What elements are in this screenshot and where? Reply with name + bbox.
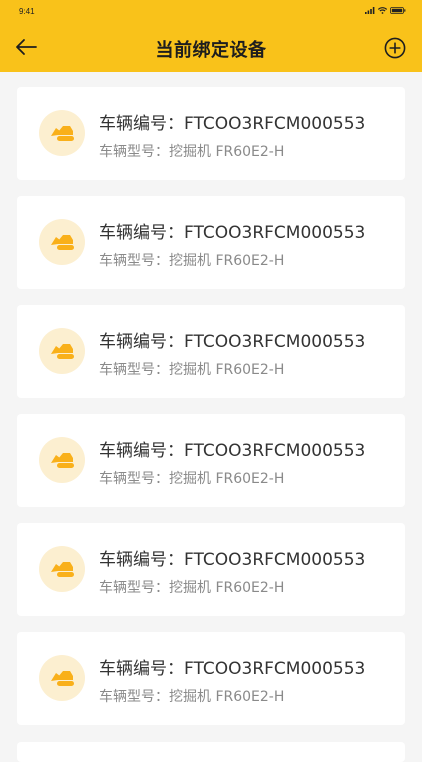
vehicle-number: 车辆编号：FTCOO3RFCM000553 <box>99 218 365 243</box>
vehicle-number-value: FTCOO3RFCM000553 <box>184 223 366 243</box>
vehicle-number-value: FTCOO3RFCM000553 <box>184 550 366 570</box>
vehicle-model: 车辆型号：挖掘机 FR60E2-H <box>99 359 284 379</box>
vehicle-model-label: 车辆型号： <box>99 144 169 160</box>
vehicle-model-label: 车辆型号： <box>99 253 169 269</box>
page-title: 当前绑定设备 <box>155 40 267 61</box>
vehicle-number: 车辆编号：FTCOO3RFCM000553 <box>99 654 365 679</box>
vehicle-number-value: FTCOO3RFCM000553 <box>184 659 366 679</box>
vehicle-number-label: 车辆编号： <box>99 114 184 134</box>
excavator-icon <box>39 110 85 156</box>
device-card[interactable]: 车辆编号：FTCOO3RFCM000553 车辆型号：挖掘机 FR60E2-H <box>17 632 405 725</box>
vehicle-model-label: 车辆型号： <box>99 471 169 487</box>
vehicle-number: 车辆编号：FTCOO3RFCM000553 <box>99 545 365 570</box>
vehicle-model: 车辆型号：挖掘机 FR60E2-H <box>99 250 284 270</box>
status-icons <box>365 7 406 14</box>
vehicle-number-label: 车辆编号： <box>99 659 184 679</box>
excavator-icon <box>39 328 85 374</box>
excavator-icon <box>39 546 85 592</box>
plus-circle-icon <box>384 37 406 59</box>
signal-icon <box>365 7 375 14</box>
device-card[interactable]: 车辆编号：FTCOO3RFCM000553 车辆型号：挖掘机 FR60E2-H <box>17 196 405 289</box>
device-list: 车辆编号：FTCOO3RFCM000553 车辆型号：挖掘机 FR60E2-H … <box>17 87 405 741</box>
vehicle-model: 车辆型号：挖掘机 FR60E2-H <box>99 577 284 597</box>
add-device-button[interactable] <box>384 37 406 59</box>
device-card[interactable]: 车辆编号：FTCOO3RFCM000553 车辆型号：挖掘机 FR60E2-H <box>17 414 405 507</box>
vehicle-number-value: FTCOO3RFCM000553 <box>184 114 366 134</box>
vehicle-model-value: 挖掘机 FR60E2-H <box>169 253 285 269</box>
vehicle-model-label: 车辆型号： <box>99 689 169 705</box>
vehicle-number: 车辆编号：FTCOO3RFCM000553 <box>99 327 365 352</box>
excavator-icon <box>39 219 85 265</box>
app-header: 9:41 当前绑定设备 <box>0 0 422 72</box>
vehicle-model: 车辆型号：挖掘机 FR60E2-H <box>99 141 284 161</box>
vehicle-model-value: 挖掘机 FR60E2-H <box>169 144 285 160</box>
excavator-icon <box>39 655 85 701</box>
device-card[interactable]: 车辆编号：FTCOO3RFCM000553 车辆型号：挖掘机 FR60E2-H <box>17 87 405 180</box>
device-card-partial[interactable] <box>17 742 405 762</box>
vehicle-model-value: 挖掘机 FR60E2-H <box>169 689 285 705</box>
vehicle-number-label: 车辆编号： <box>99 441 184 461</box>
vehicle-number-value: FTCOO3RFCM000553 <box>184 441 366 461</box>
vehicle-model-value: 挖掘机 FR60E2-H <box>169 580 285 596</box>
vehicle-number-label: 车辆编号： <box>99 223 184 243</box>
excavator-icon <box>39 437 85 483</box>
vehicle-model-label: 车辆型号： <box>99 362 169 378</box>
wifi-icon <box>378 7 387 14</box>
vehicle-number: 车辆编号：FTCOO3RFCM000553 <box>99 436 365 461</box>
vehicle-model-label: 车辆型号： <box>99 580 169 596</box>
vehicle-number-label: 车辆编号： <box>99 332 184 352</box>
status-time: 9:41 <box>19 7 35 16</box>
device-card[interactable]: 车辆编号：FTCOO3RFCM000553 车辆型号：挖掘机 FR60E2-H <box>17 305 405 398</box>
vehicle-model-value: 挖掘机 FR60E2-H <box>169 362 285 378</box>
status-bar: 9:41 <box>0 0 422 24</box>
vehicle-number-value: FTCOO3RFCM000553 <box>184 332 366 352</box>
battery-icon <box>390 7 406 14</box>
vehicle-model: 车辆型号：挖掘机 FR60E2-H <box>99 468 284 488</box>
vehicle-model-value: 挖掘机 FR60E2-H <box>169 471 285 487</box>
vehicle-model: 车辆型号：挖掘机 FR60E2-H <box>99 686 284 706</box>
device-card[interactable]: 车辆编号：FTCOO3RFCM000553 车辆型号：挖掘机 FR60E2-H <box>17 523 405 616</box>
vehicle-number-label: 车辆编号： <box>99 550 184 570</box>
vehicle-number: 车辆编号：FTCOO3RFCM000553 <box>99 109 365 134</box>
